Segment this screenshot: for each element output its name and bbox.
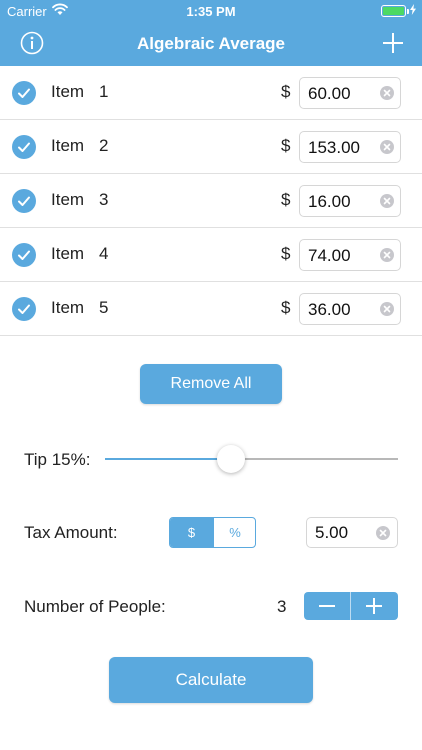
checkmark-icon[interactable] — [12, 243, 36, 267]
top-bar: Carrier 1:35 PM Algebraic Average — [0, 0, 422, 66]
amount-field[interactable]: 36.00 — [299, 293, 401, 325]
tax-type-segmented-control: $ % — [169, 517, 256, 548]
plus-icon[interactable] — [381, 31, 405, 55]
clear-icon[interactable] — [380, 194, 394, 208]
item-number: 2 — [99, 136, 109, 155]
navigation-bar: Algebraic Average — [0, 22, 422, 66]
tip-label: Tip 15%: — [24, 450, 91, 469]
plus-icon[interactable] — [351, 592, 397, 620]
list-item: Item 1 $ 60.00 — [0, 66, 422, 120]
clear-icon[interactable] — [380, 86, 394, 100]
tip-slider-fill — [105, 458, 231, 460]
currency-symbol: $ — [281, 136, 291, 155]
amount-field[interactable]: 16.00 — [299, 185, 401, 217]
currency-symbol: $ — [281, 298, 291, 317]
battery-icon — [381, 5, 406, 17]
amount-value: 60.00 — [308, 84, 351, 103]
tax-percent-option[interactable]: % — [213, 518, 255, 547]
item-name: Item — [51, 82, 85, 101]
people-count: 3 — [277, 597, 287, 616]
item-name: Item — [51, 136, 85, 155]
amount-field[interactable]: 153.00 — [299, 131, 401, 163]
list-item: Item 5 $ 36.00 — [0, 282, 422, 336]
charging-bolt-icon — [410, 4, 416, 18]
tax-dollar-option[interactable]: $ — [170, 518, 213, 547]
people-stepper — [304, 592, 398, 620]
amount-value: 36.00 — [308, 300, 351, 319]
tax-amount-field[interactable]: 5.00 — [306, 517, 398, 548]
tip-slider-thumb[interactable] — [216, 445, 245, 473]
currency-symbol: $ — [281, 82, 291, 101]
amount-value: 74.00 — [308, 246, 351, 265]
list-item: Item 4 $ 74.00 — [0, 228, 422, 282]
checkmark-icon[interactable] — [12, 81, 36, 105]
list-item: Item 3 $ 16.00 — [0, 174, 422, 228]
status-bar: Carrier 1:35 PM — [0, 0, 422, 22]
clear-icon[interactable] — [380, 302, 394, 316]
checkmark-icon[interactable] — [12, 189, 36, 213]
tip-slider-track[interactable] — [105, 458, 398, 460]
list-item: Item 2 $ 153.00 — [0, 120, 422, 174]
currency-symbol: $ — [281, 244, 291, 263]
tax-amount-label: Tax Amount: — [24, 523, 118, 542]
remove-all-button[interactable]: Remove All — [140, 364, 282, 404]
amount-field[interactable]: 60.00 — [299, 77, 401, 109]
item-name: Item — [51, 244, 85, 263]
amount-value: 16.00 — [308, 192, 351, 211]
item-number: 3 — [99, 190, 109, 209]
amount-value: 153.00 — [308, 138, 360, 157]
number-of-people-label: Number of People: — [24, 597, 166, 616]
calculate-button[interactable]: Calculate — [109, 657, 313, 703]
item-number: 1 — [99, 82, 109, 101]
amount-field[interactable]: 74.00 — [299, 239, 401, 271]
item-number: 4 — [99, 244, 109, 263]
item-list: Item 1 $ 60.00 Item 2 $ 153.00 Item 3 $ — [0, 66, 422, 336]
clear-icon[interactable] — [380, 140, 394, 154]
page-title: Algebraic Average — [136, 34, 286, 53]
status-time: 1:35 PM — [186, 4, 236, 19]
item-name: Item — [51, 298, 85, 317]
clear-icon[interactable] — [380, 248, 394, 262]
item-number: 5 — [99, 298, 109, 317]
battery-tip — [407, 9, 409, 14]
checkmark-icon[interactable] — [12, 297, 36, 321]
currency-symbol: $ — [281, 190, 291, 209]
clear-icon[interactable] — [376, 526, 390, 540]
minus-icon[interactable] — [304, 592, 350, 620]
tax-amount-value: 5.00 — [315, 523, 349, 542]
checkmark-icon[interactable] — [12, 135, 36, 159]
item-name: Item — [51, 190, 85, 209]
